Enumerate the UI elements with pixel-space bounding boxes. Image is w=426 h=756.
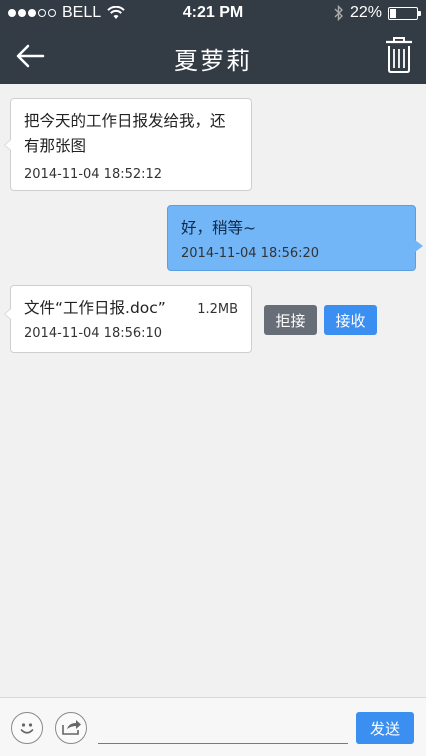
nav-bar: 夏萝莉	[0, 28, 426, 84]
message-bubble-outgoing: 好，稍等~ 2014-11-04 18:56:20	[167, 205, 423, 271]
file-name: 文件“工作日报.doc”	[24, 299, 166, 317]
bluetooth-icon	[334, 5, 343, 21]
page-title: 夏萝莉	[174, 47, 252, 75]
message-text-line: 把今天的工作日报发给我，还	[24, 112, 226, 130]
message-input[interactable]	[98, 708, 348, 744]
trash-icon[interactable]	[384, 36, 414, 76]
battery-percent: 22%	[349, 4, 382, 21]
message-time: 2014-11-04 18:52:12	[24, 167, 163, 182]
bubble-tail	[4, 308, 11, 320]
message-bubble-incoming: 把今天的工作日报发给我，还 有那张图 2014-11-04 18:52:12	[4, 98, 252, 191]
message-time: 2014-11-04 18:56:20	[181, 246, 320, 261]
battery-icon	[388, 6, 421, 20]
send-button[interactable]: 发送	[356, 712, 414, 744]
share-arrow-icon[interactable]	[55, 712, 87, 744]
file-info: 文件“工作日报.doc” 1.2MB	[24, 296, 238, 321]
bubble-tail	[4, 139, 11, 151]
bubble-tail	[415, 240, 423, 252]
file-message-bubble: 文件“工作日报.doc” 1.2MB 2014-11-04 18:56:10	[4, 285, 252, 353]
status-right: 22%	[334, 4, 421, 22]
file-size: 1.2MB	[197, 302, 238, 317]
battery-fill	[390, 8, 397, 18]
message-time: 2014-11-04 18:56:10	[24, 326, 163, 341]
input-bar: 发送	[0, 697, 426, 756]
accept-file-button[interactable]: 接收	[324, 305, 377, 335]
message-text: 把今天的工作日报发给我，还 有那张图	[24, 109, 238, 159]
smiley-icon[interactable]	[11, 712, 43, 744]
reject-file-button[interactable]: 拒接	[264, 305, 317, 335]
status-bar: BELL 4:21 PM 22%	[0, 0, 426, 28]
message-text-line: 有那张图	[24, 137, 87, 155]
message-text: 好，稍等~	[181, 219, 256, 237]
